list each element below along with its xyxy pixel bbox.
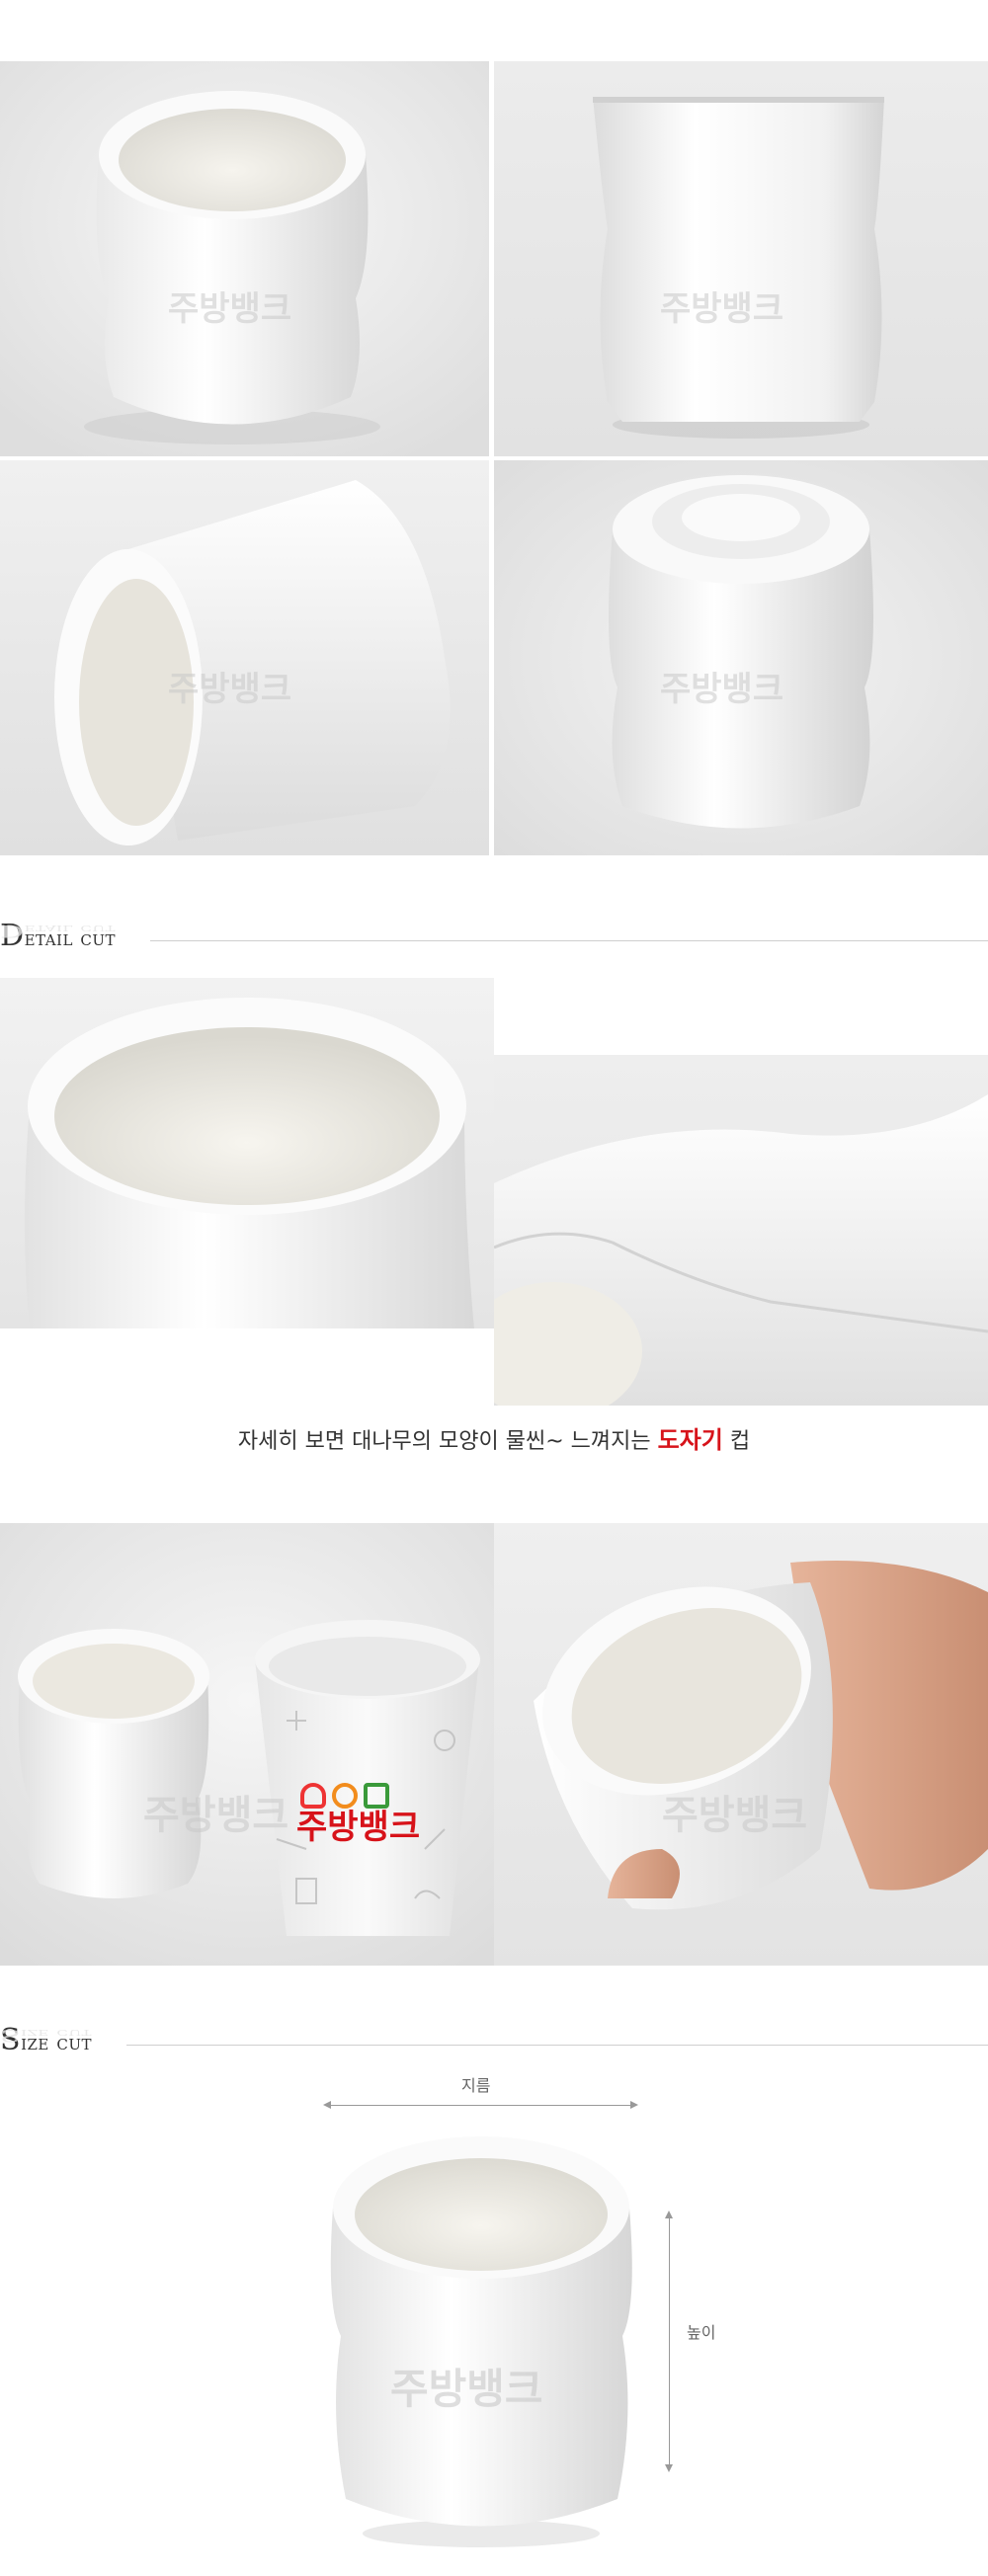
comparison-paper-cup-image bbox=[0, 1523, 494, 1966]
diameter-arrow-left bbox=[323, 2101, 331, 2109]
comparison-hand-image bbox=[494, 1523, 988, 1966]
watermark-3: 주방뱅크 bbox=[168, 670, 292, 709]
diameter-line bbox=[329, 2105, 630, 2106]
cup-photo-lying bbox=[0, 460, 489, 855]
comparison-photo-hand bbox=[494, 1523, 988, 1966]
caption-highlight: 도자기 bbox=[657, 1426, 723, 1454]
paper-cup-logo-text: 주방뱅크 bbox=[296, 1808, 421, 1847]
cup-lying-image bbox=[0, 460, 489, 855]
chef-hat-icon bbox=[300, 1783, 326, 1809]
cup-photo-side bbox=[494, 61, 988, 456]
comparison-photo-paper-cup bbox=[0, 1523, 494, 1966]
watermark-4: 주방뱅크 bbox=[660, 670, 784, 709]
detail-photo-bamboo-joint bbox=[494, 1055, 988, 1406]
diameter-arrow-right bbox=[630, 2101, 638, 2109]
height-label: 높이 bbox=[687, 2323, 716, 2342]
paper-cup-logo-icons bbox=[300, 1783, 420, 1809]
detail-cut-rule bbox=[150, 940, 988, 941]
size-cut-title-reflection: Size cut bbox=[0, 2025, 92, 2045]
watermark-1: 주방뱅크 bbox=[168, 289, 292, 329]
height-line bbox=[669, 2217, 670, 2464]
detail-bamboo-image bbox=[494, 1055, 988, 1406]
cup-top-angle-image bbox=[0, 61, 489, 456]
paper-cup-logo: 주방뱅크 bbox=[296, 1783, 420, 1846]
watermark-7: 주방뱅크 bbox=[390, 2365, 543, 2413]
cup-bottom-image bbox=[494, 460, 988, 855]
box-icon bbox=[364, 1783, 389, 1809]
size-cut-header: Size cut Size cut bbox=[0, 2023, 988, 2072]
watermark-2: 주방뱅크 bbox=[660, 289, 784, 329]
fork-knife-icon bbox=[332, 1783, 358, 1809]
cup-photo-top-angle bbox=[0, 61, 489, 456]
detail-rim-image bbox=[0, 978, 494, 1328]
detail-photo-rim bbox=[0, 978, 494, 1328]
detail-caption: 자세히 보면 대나무의 모양이 물씬~ 느껴지는 도자기 컵 bbox=[0, 1420, 988, 1455]
size-cup-photo bbox=[321, 2119, 642, 2553]
detail-cut-title-reflection: Detail cut bbox=[0, 921, 117, 940]
cup-photo-bottom bbox=[494, 460, 988, 855]
detail-cut-header: Detail cut Detail cut bbox=[0, 919, 988, 968]
height-arrow-bottom bbox=[665, 2464, 673, 2472]
size-cut-rule bbox=[126, 2045, 988, 2046]
caption-text-after: 컵 bbox=[722, 1429, 751, 1454]
cup-side-image bbox=[494, 61, 988, 456]
watermark-6: 주방뱅크 bbox=[662, 1793, 808, 1838]
diameter-label: 지름 bbox=[461, 2076, 491, 2095]
size-cup-image bbox=[321, 2119, 642, 2553]
watermark-5: 주방뱅크 bbox=[143, 1793, 289, 1838]
caption-text-before: 자세히 보면 대나무의 모양이 물씬~ 느껴지는 bbox=[237, 1429, 658, 1454]
height-arrow-top bbox=[665, 2211, 673, 2218]
